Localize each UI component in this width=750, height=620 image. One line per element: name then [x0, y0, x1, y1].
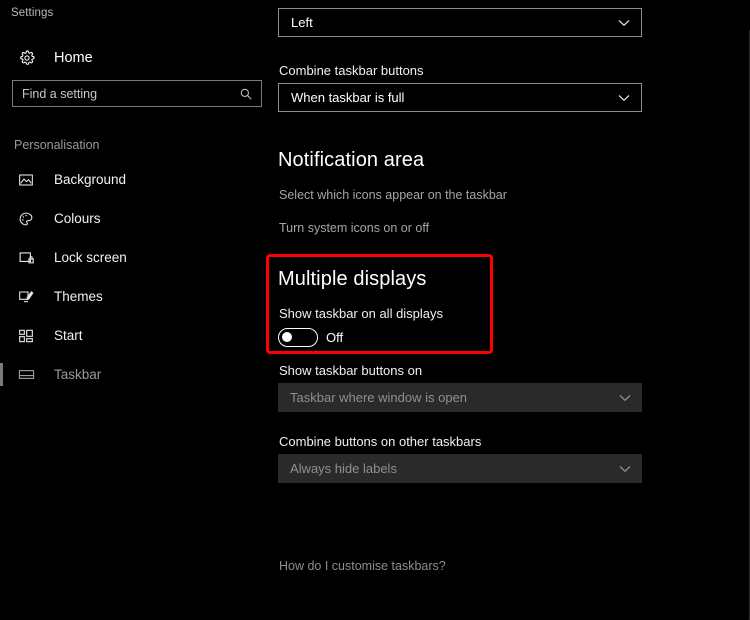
- taskbar-location-dropdown[interactable]: Left: [278, 8, 642, 37]
- sidebar-item-label: Taskbar: [54, 367, 102, 382]
- chevron-down-icon: [619, 465, 631, 473]
- selection-indicator: [0, 285, 3, 308]
- sidebar-item-background[interactable]: Background: [0, 160, 270, 199]
- selection-indicator: [0, 246, 3, 269]
- combine-buttons-other-taskbars-value: Always hide labels: [290, 461, 397, 476]
- sidebar-nav-list: Background Colours Lock screen Themes St…: [0, 160, 270, 394]
- sidebar-item-label: Start: [54, 328, 83, 343]
- themes-icon: [16, 289, 36, 305]
- show-taskbar-buttons-on-dropdown: Taskbar where window is open: [278, 383, 642, 412]
- sidebar-item-label: Lock screen: [54, 250, 127, 265]
- sidebar-item-home[interactable]: Home: [0, 42, 262, 74]
- search-input[interactable]: Find a setting: [22, 87, 239, 101]
- taskbar-icon: [16, 366, 36, 383]
- combine-taskbar-buttons-label: Combine taskbar buttons: [279, 63, 424, 78]
- show-taskbar-buttons-on-value: Taskbar where window is open: [290, 390, 468, 405]
- window-title: Settings: [11, 7, 54, 19]
- show-taskbar-all-displays-label: Show taskbar on all displays: [279, 306, 444, 321]
- chevron-down-icon: [618, 94, 630, 102]
- search-box[interactable]: Find a setting: [12, 80, 262, 107]
- help-link[interactable]: How do I customise taskbars?: [279, 559, 446, 573]
- sidebar-item-lock-screen[interactable]: Lock screen: [0, 238, 270, 277]
- sidebar-item-colours[interactable]: Colours: [0, 199, 270, 238]
- combine-buttons-other-taskbars-label: Combine buttons on other taskbars: [279, 434, 482, 449]
- toggle-knob: [282, 332, 292, 342]
- sidebar-item-label: Themes: [54, 289, 103, 304]
- sidebar-item-label: Colours: [54, 211, 101, 226]
- system-icons-link[interactable]: Turn system icons on or off: [279, 221, 429, 235]
- palette-icon: [16, 211, 36, 227]
- sidebar-item-taskbar[interactable]: Taskbar: [0, 355, 270, 394]
- sidebar-item-start[interactable]: Start: [0, 316, 270, 355]
- chevron-down-icon: [618, 19, 630, 27]
- toggle-state-label: Off: [326, 330, 344, 345]
- show-taskbar-buttons-on-label: Show taskbar buttons on: [279, 363, 423, 378]
- multiple-displays-heading: Multiple displays: [278, 268, 427, 290]
- sidebar-group-header: Personalisation: [14, 138, 100, 152]
- selection-indicator: [0, 363, 3, 386]
- gear-icon: [16, 50, 38, 66]
- lock-screen-icon: [16, 249, 36, 266]
- start-icon: [16, 328, 36, 344]
- combine-buttons-other-taskbars-dropdown: Always hide labels: [278, 454, 642, 483]
- chevron-down-icon: [619, 394, 631, 402]
- combine-taskbar-buttons-dropdown[interactable]: When taskbar is full: [278, 83, 642, 112]
- search-icon: [239, 87, 253, 101]
- sidebar: Home Find a setting Personalisation Back…: [0, 30, 270, 620]
- settings-window: Settings Home Find a setting Personalisa…: [0, 0, 750, 620]
- image-icon: [16, 172, 36, 188]
- settings-content-pane: Left Combine taskbar buttons When taskba…: [270, 0, 748, 620]
- sidebar-item-label: Background: [54, 172, 127, 187]
- selection-indicator: [0, 207, 3, 230]
- selection-indicator: [0, 168, 3, 191]
- sidebar-item-themes[interactable]: Themes: [0, 277, 270, 316]
- combine-taskbar-buttons-value: When taskbar is full: [291, 90, 405, 105]
- select-icons-link[interactable]: Select which icons appear on the taskbar: [279, 188, 507, 202]
- show-taskbar-all-displays-toggle[interactable]: [278, 328, 318, 347]
- sidebar-home-label: Home: [54, 50, 93, 66]
- taskbar-location-value: Left: [291, 15, 313, 30]
- notification-area-heading: Notification area: [278, 149, 425, 171]
- selection-indicator: [0, 324, 3, 347]
